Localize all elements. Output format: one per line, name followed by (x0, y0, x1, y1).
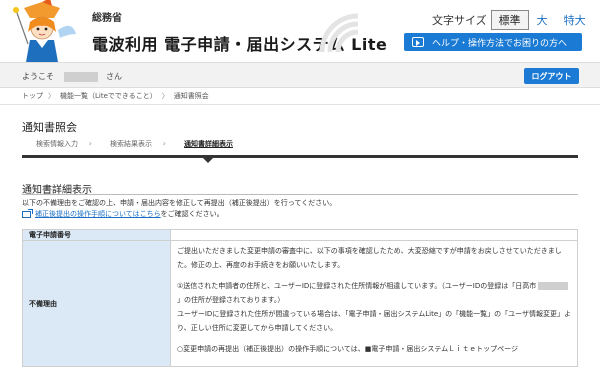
breadcrumb: トップ 〉 機能一覧（Liteでできること） 〉 通知書照会 (22, 91, 209, 101)
reason-paragraph: ①送信された申請者の住所と、ユーザーIDに登録された住所情報が相違しています。（… (177, 279, 571, 335)
breadcrumb-current: 通知書照会 (173, 92, 209, 100)
main-content: 通知書照会 検索情報入力 › 検索結果表示 › 通知書詳細表示 通知書詳細表示 … (0, 104, 600, 367)
external-link-icon (22, 208, 33, 218)
reason-paragraph: ご提出いただきました変更申請の審査中に、以下の事項を確認したため、大変恐縮ですが… (177, 247, 562, 269)
page-title: 通知書照会 (22, 121, 77, 134)
step-label: 検索結果表示 (110, 140, 152, 148)
reason-text: ユーザーIDに登録された住所が間違っている場合は、「電子申請・届出システムLit… (177, 310, 572, 332)
step-search-input: 検索情報入力 › (22, 139, 94, 149)
step-indicator: 検索情報入力 › 検索結果表示 › 通知書詳細表示 (22, 137, 578, 151)
notice-detail-table: 電子申請番号 不備理由 ご提出いただきました変更申請の審査中に、以下の事項を確認… (22, 229, 578, 367)
masked-username (64, 71, 98, 82)
arrow-box-icon (412, 37, 424, 47)
section-divider (22, 194, 578, 195)
step-divider (22, 155, 578, 158)
step-label: 通知書詳細表示 (184, 140, 233, 148)
greeting-text: ようこそ (22, 72, 54, 81)
procedure-link[interactable]: 補正後提出の操作手順についてはこちら (35, 209, 161, 219)
font-size-standard-button[interactable]: 標準 (490, 10, 529, 30)
reason-text: ①送信された申請者の住所と、ユーザーIDに登録された住所情報が相違しています。（… (177, 282, 537, 290)
breadcrumb-function-list[interactable]: 機能一覧（Liteでできること） (60, 91, 157, 101)
breadcrumb-separator: 〉 (48, 92, 55, 100)
font-size-large-button[interactable]: 大 (529, 10, 556, 30)
chevron-right-icon: › (88, 139, 92, 148)
font-size-label: 文字サイズ (432, 14, 487, 27)
help-button-label: ヘルプ・操作方法でお困りの方へ (432, 38, 568, 49)
procedure-link-row: 補正後提出の操作手順についてはこちら をご確認ください。 (22, 208, 224, 219)
application-number-value (170, 229, 578, 241)
procedure-link-suffix: をご確認ください。 (160, 210, 224, 218)
step-search-results: 検索結果表示 › (94, 139, 168, 149)
font-size-switcher: 文字サイズ 標準 大 特大 (432, 10, 594, 30)
site-header: 総務省 電波利用 電子申請・届出システム Lite 文字サイズ 標準 大 特大 … (0, 0, 600, 62)
font-size-xlarge-button[interactable]: 特大 (556, 10, 594, 30)
reason-paragraph: ○変更申請の再提出（補正後提出）の操作手順については、■電子申請・届出システムＬ… (177, 345, 519, 353)
notice-text: 以下の不備理由をご確認の上、申請・届出内容を修正して再提出（補正後提出）を行って… (22, 199, 337, 207)
reason-text: 」の住所が登録されております。） (177, 296, 285, 304)
signal-wave-icon (319, 13, 359, 53)
application-number-label: 電子申請番号 (22, 229, 171, 241)
step-label: 検索情報入力 (36, 140, 78, 148)
reason-label: 不備理由 (22, 240, 171, 367)
current-step-marker-icon (203, 158, 213, 163)
masked-address (538, 282, 569, 290)
ministry-label: 総務省 (92, 13, 122, 24)
help-button[interactable]: ヘルプ・操作方法でお困りの方へ (404, 33, 582, 51)
table-row: 電子申請番号 (22, 229, 578, 241)
chevron-right-icon: › (162, 139, 166, 148)
mascot-logo (13, 0, 76, 62)
step-notice-detail: 通知書詳細表示 (168, 139, 249, 149)
table-row: 不備理由 ご提出いただきました変更申請の審査中に、以下の事項を確認したため、大変… (22, 240, 578, 367)
breadcrumb-separator: 〉 (161, 92, 169, 100)
breadcrumb-top[interactable]: トップ (22, 91, 43, 101)
logout-button[interactable]: ログアウト (524, 68, 579, 84)
reason-value: ご提出いただきました変更申請の審査中に、以下の事項を確認したため、大変恐縮ですが… (170, 240, 578, 367)
honorific-text: さん (106, 72, 122, 81)
welcome-message: ようこそ さん (22, 71, 122, 82)
user-bar: ようこそ さん ログアウト (0, 62, 600, 88)
